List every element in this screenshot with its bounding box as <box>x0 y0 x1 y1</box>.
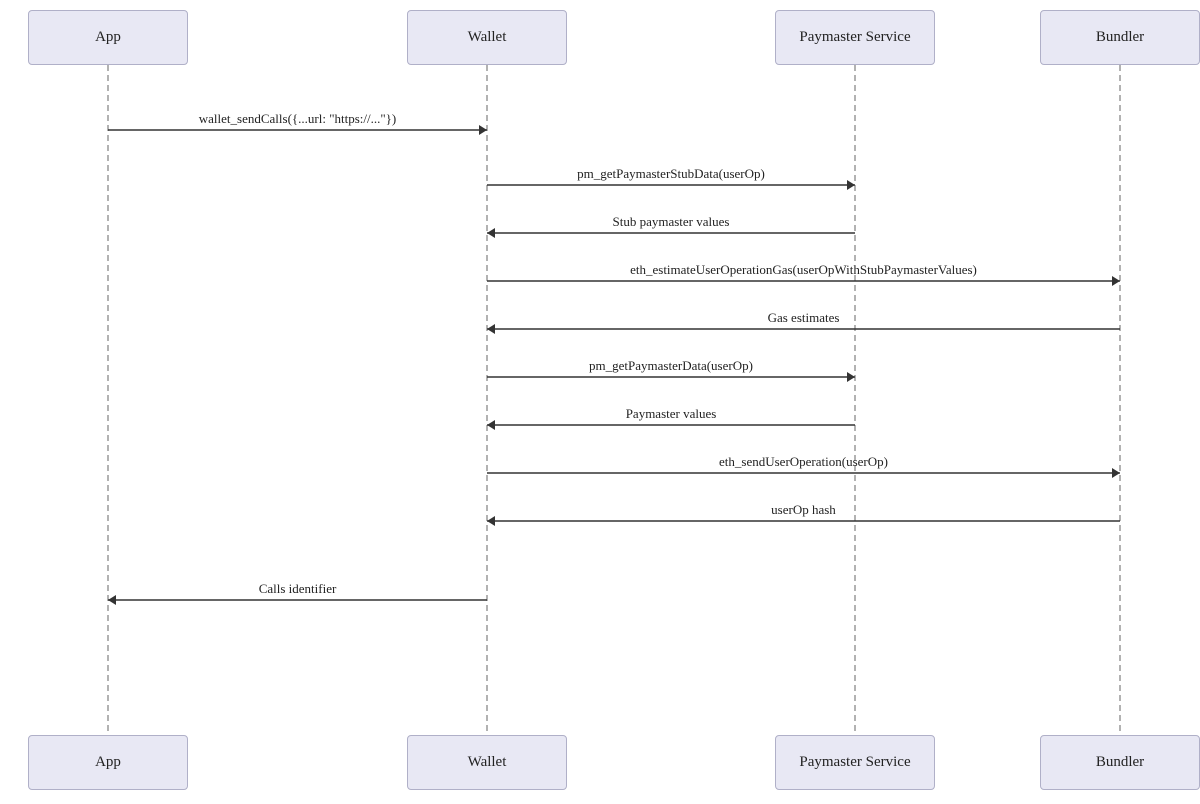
actor-app-top: App <box>28 10 188 65</box>
svg-text:Calls identifier: Calls identifier <box>259 581 337 596</box>
svg-text:Gas estimates: Gas estimates <box>768 310 840 325</box>
svg-text:eth_estimateUserOperationGas(u: eth_estimateUserOperationGas(userOpWithS… <box>630 262 977 277</box>
actor-wallet-bottom: Wallet <box>407 735 567 790</box>
actor-app-bottom: App <box>28 735 188 790</box>
svg-text:wallet_sendCalls({...url: "htt: wallet_sendCalls({...url: "https://..."}… <box>199 111 397 126</box>
svg-text:eth_sendUserOperation(userOp): eth_sendUserOperation(userOp) <box>719 454 888 469</box>
diagram-svg: wallet_sendCalls({...url: "https://..."}… <box>0 0 1200 804</box>
svg-text:pm_getPaymasterData(userOp): pm_getPaymasterData(userOp) <box>589 358 753 373</box>
sequence-diagram: wallet_sendCalls({...url: "https://..."}… <box>0 0 1200 804</box>
actor-paymaster-top: Paymaster Service <box>775 10 935 65</box>
svg-text:pm_getPaymasterStubData(userOp: pm_getPaymasterStubData(userOp) <box>577 166 765 181</box>
svg-text:Paymaster values: Paymaster values <box>626 406 717 421</box>
actor-wallet-top: Wallet <box>407 10 567 65</box>
actor-bundler-top: Bundler <box>1040 10 1200 65</box>
actor-bundler-bottom: Bundler <box>1040 735 1200 790</box>
actor-paymaster-bottom: Paymaster Service <box>775 735 935 790</box>
svg-text:Stub paymaster values: Stub paymaster values <box>613 214 730 229</box>
svg-text:userOp hash: userOp hash <box>771 502 836 517</box>
